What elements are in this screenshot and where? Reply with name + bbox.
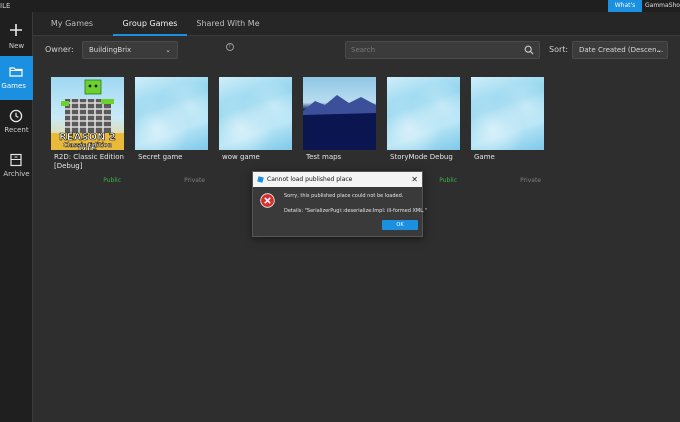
left-sidebar: New y Games Recent Archive — [0, 12, 33, 422]
game-name[interactable]: Game — [474, 153, 544, 162]
game-card[interactable]: Game Private — [471, 77, 544, 187]
dialog-message: Sorry, this published place could not be… — [284, 193, 404, 199]
game-thumbnail[interactable]: REASON 2 DIE Classic Edition — [51, 77, 124, 150]
sidebar-item-archive[interactable]: Archive — [0, 150, 33, 194]
sort-value: Date Created (Descen... — [579, 46, 664, 54]
game-name[interactable]: Test maps — [306, 153, 376, 162]
game-name[interactable]: R2D: Classic Edition [Debug] — [54, 153, 124, 171]
tab-label: My Games — [50, 19, 94, 28]
sidebar-item-my-games[interactable]: y Games — [0, 56, 33, 100]
plus-icon — [10, 24, 22, 36]
chevron-down-icon: ⌄ — [165, 46, 171, 54]
sort-label: Sort: — [549, 45, 569, 54]
clock-icon — [9, 109, 23, 123]
sidebar-item-label: Archive — [3, 170, 30, 178]
error-dialog: Cannot load published place ✕ Sorry, thi… — [252, 171, 427, 237]
tab-shared-with-me[interactable]: Shared With Me? — [191, 12, 265, 51]
game-card[interactable]: REASON 2 DIE Classic Edition R2D: Classi… — [51, 77, 124, 187]
game-name[interactable]: Secret game — [138, 153, 208, 162]
search-placeholder: Search — [351, 46, 376, 54]
tab-label: Shared With Me — [196, 19, 260, 28]
tab-group-games[interactable]: Group Games — [113, 12, 187, 36]
visibility-badge: Public — [103, 177, 121, 184]
username-label[interactable]: GammaShock — [645, 0, 680, 12]
owner-label: Owner: — [45, 45, 74, 54]
ok-button[interactable]: OK — [382, 220, 418, 230]
thumbnail-subtitle-text: Classic Edition — [62, 142, 113, 149]
dialog-details: Details: "SerializerPugi::deserialize:Im… — [284, 208, 427, 214]
game-thumbnail[interactable] — [387, 77, 460, 150]
sidebar-item-label: New — [8, 42, 25, 50]
sidebar-item-label: Recent — [4, 126, 29, 134]
search-input[interactable]: Search — [345, 41, 540, 59]
game-thumbnail[interactable] — [219, 77, 292, 150]
visibility-badge: Private — [520, 177, 541, 184]
dialog-title: Cannot load published place — [267, 176, 353, 183]
mountain-image — [303, 95, 376, 150]
game-name[interactable]: wow game — [222, 153, 292, 162]
game-tabs: My Games Group Games Shared With Me? — [33, 12, 680, 51]
game-card[interactable]: Secret game Private — [135, 77, 208, 187]
tab-my-games[interactable]: My Games — [41, 12, 103, 36]
search-icon[interactable] — [524, 45, 534, 55]
game-name[interactable]: StoryMode Debug — [390, 153, 460, 162]
close-icon[interactable]: ✕ — [411, 172, 418, 187]
help-icon[interactable]: ? — [225, 42, 234, 51]
file-menu[interactable]: ILE — [0, 0, 10, 12]
title-bar: ILE What's New GammaShock — [0, 0, 680, 21]
dialog-title-bar[interactable]: Cannot load published place ✕ — [253, 172, 422, 187]
visibility-badge: Public — [439, 177, 457, 184]
owner-dropdown[interactable]: BuildingBrix ⌄ — [82, 41, 178, 59]
sort-dropdown[interactable]: Date Created (Descen... ⌄ — [572, 41, 668, 59]
owner-value: BuildingBrix — [89, 46, 132, 54]
chevron-down-icon: ⌄ — [656, 46, 662, 54]
tab-label: Group Games — [122, 19, 178, 28]
visibility-badge: Private — [184, 177, 205, 184]
sidebar-item-recent[interactable]: Recent — [0, 106, 33, 150]
sidebar-item-label: y Games — [0, 82, 26, 90]
game-thumbnail[interactable] — [135, 77, 208, 150]
game-thumbnail[interactable] — [471, 77, 544, 150]
error-icon — [260, 193, 275, 208]
whats-new-button[interactable]: What's New — [608, 0, 642, 21]
studio-logo-icon — [257, 176, 264, 183]
game-thumbnail[interactable] — [303, 77, 376, 150]
archive-icon — [10, 153, 22, 167]
folder-icon — [9, 67, 23, 77]
